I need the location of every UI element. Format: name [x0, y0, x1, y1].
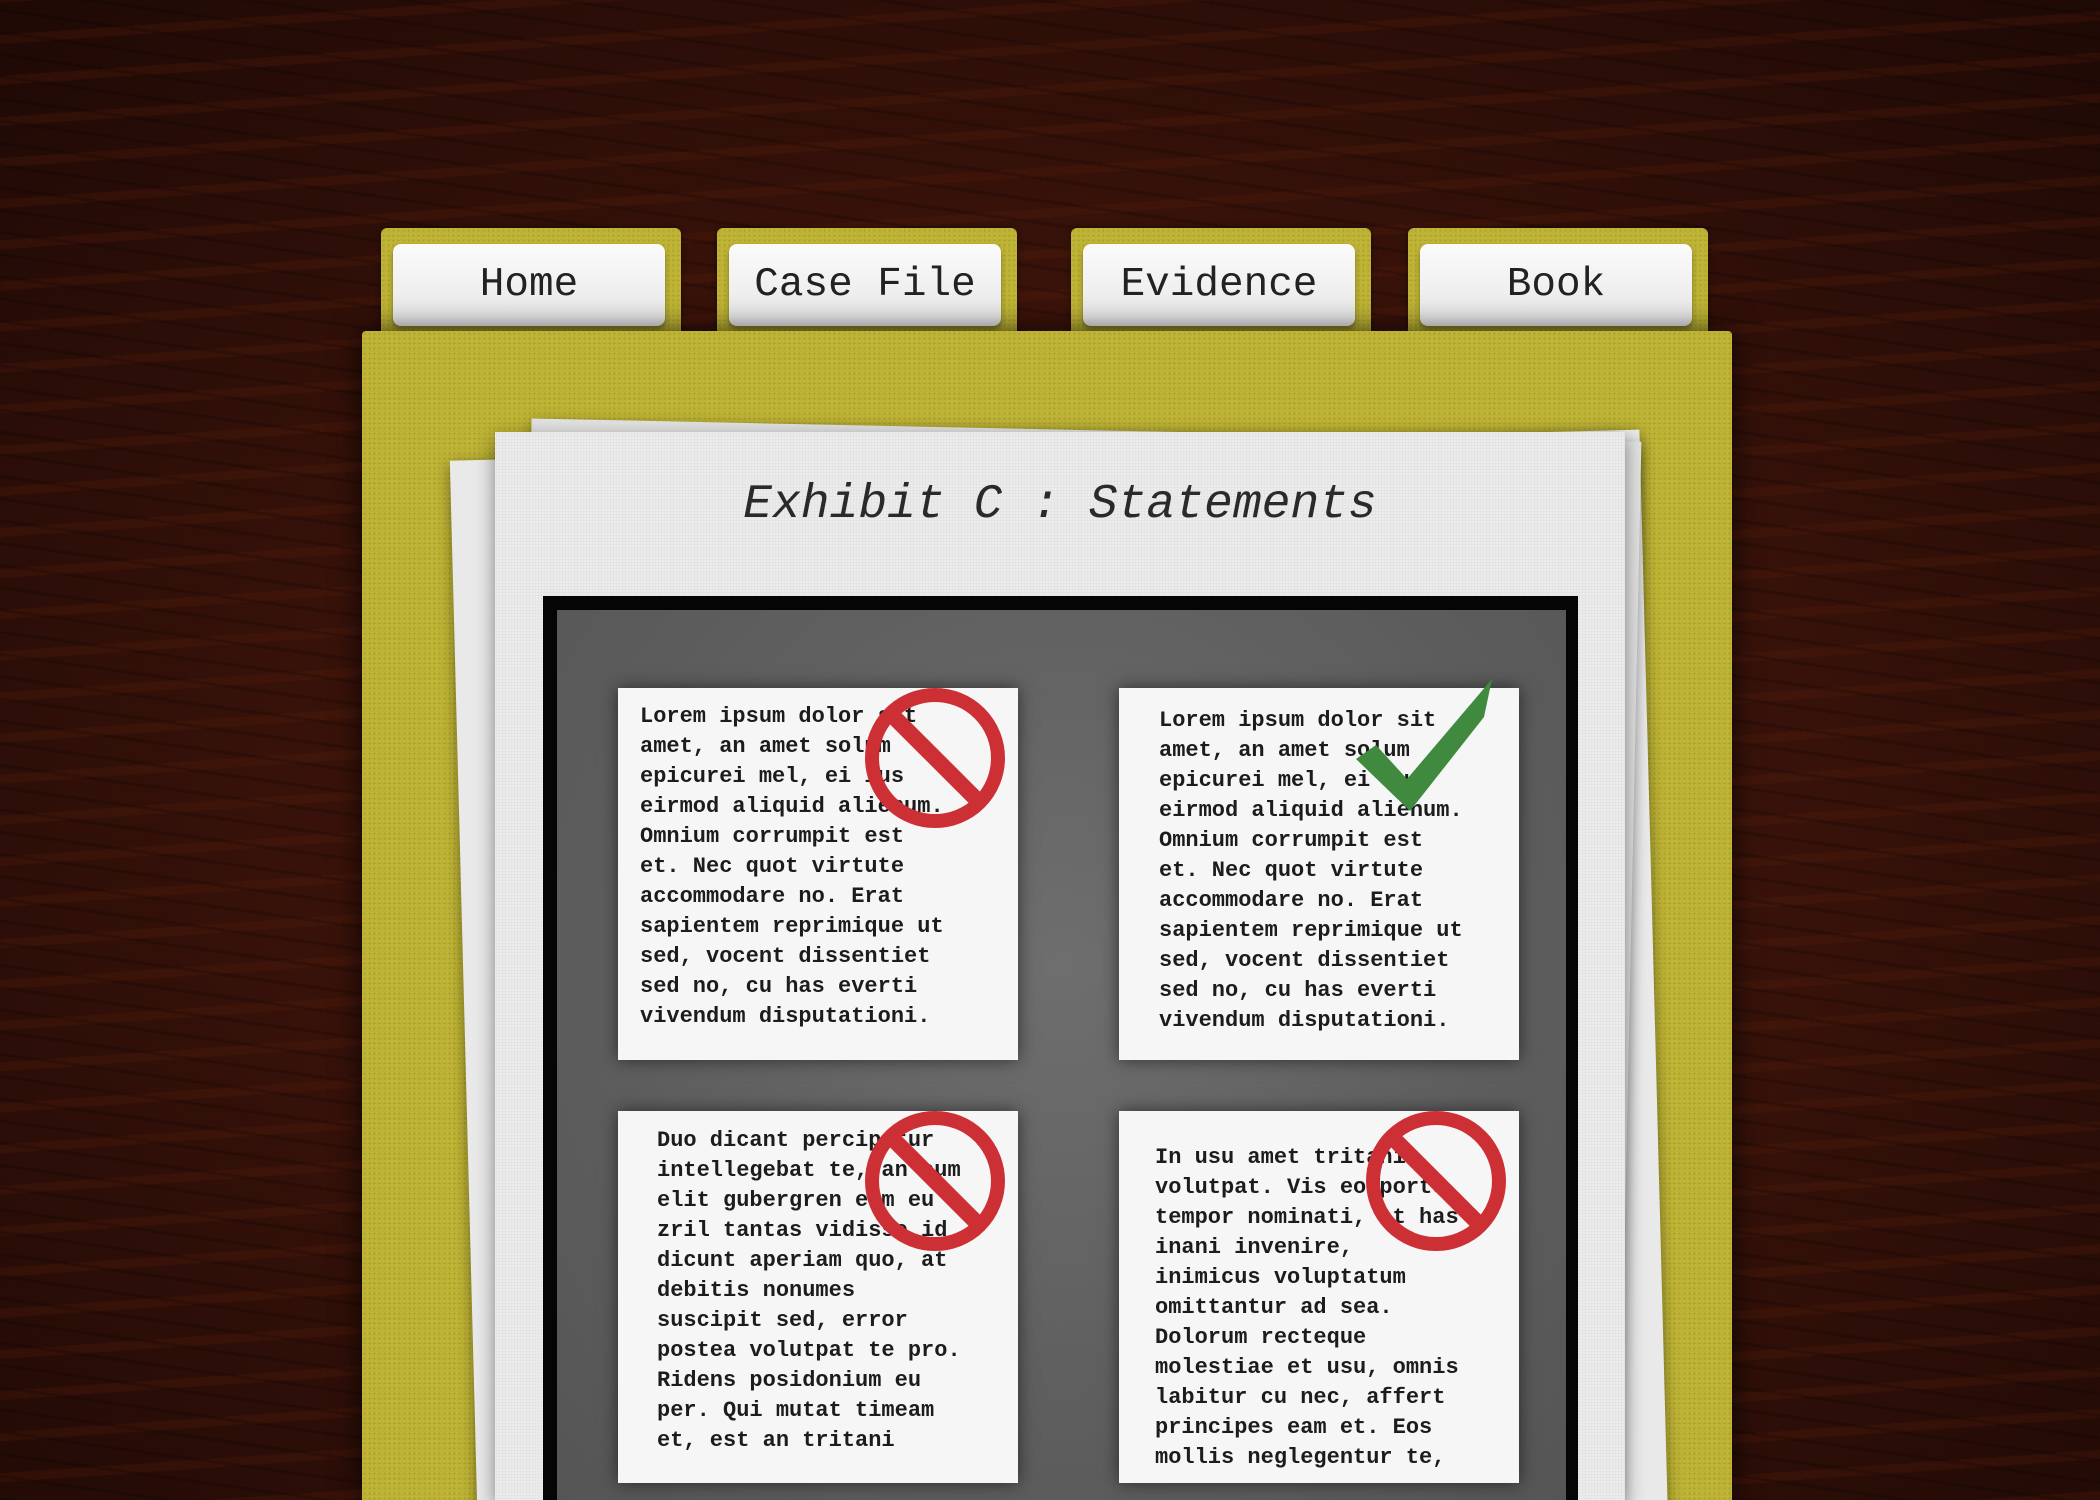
- tab-case-file-label[interactable]: Case File: [729, 244, 1001, 326]
- statement-text: In usu amet tritani volutpat. Vis eo por…: [1155, 1145, 1459, 1470]
- statement-text: Lorem ipsum dolor sit amet, an amet solu…: [640, 704, 944, 1029]
- statement-card[interactable]: Duo dicant percipitur intellegebat te, a…: [618, 1111, 1018, 1483]
- tab-evidence[interactable]: Evidence: [1071, 228, 1371, 332]
- page-title: Exhibit C : Statements: [743, 478, 1377, 532]
- tab-book-label[interactable]: Book: [1420, 244, 1692, 326]
- tab-evidence-label[interactable]: Evidence: [1083, 244, 1355, 326]
- statement-card[interactable]: In usu amet tritani volutpat. Vis eo por…: [1119, 1111, 1519, 1483]
- tab-home[interactable]: Home: [381, 228, 681, 332]
- statement-card[interactable]: Lorem ipsum dolor sit amet, an amet solu…: [1119, 688, 1519, 1060]
- statement-card[interactable]: Lorem ipsum dolor sit amet, an amet solu…: [618, 688, 1018, 1060]
- tab-case-file[interactable]: Case File: [717, 228, 1017, 332]
- statement-text: Duo dicant percipitur intellegebat te, a…: [657, 1128, 961, 1453]
- statement-text: Lorem ipsum dolor sit amet, an amet solu…: [1159, 708, 1463, 1033]
- tab-home-label[interactable]: Home: [393, 244, 665, 326]
- tab-book[interactable]: Book: [1408, 228, 1708, 332]
